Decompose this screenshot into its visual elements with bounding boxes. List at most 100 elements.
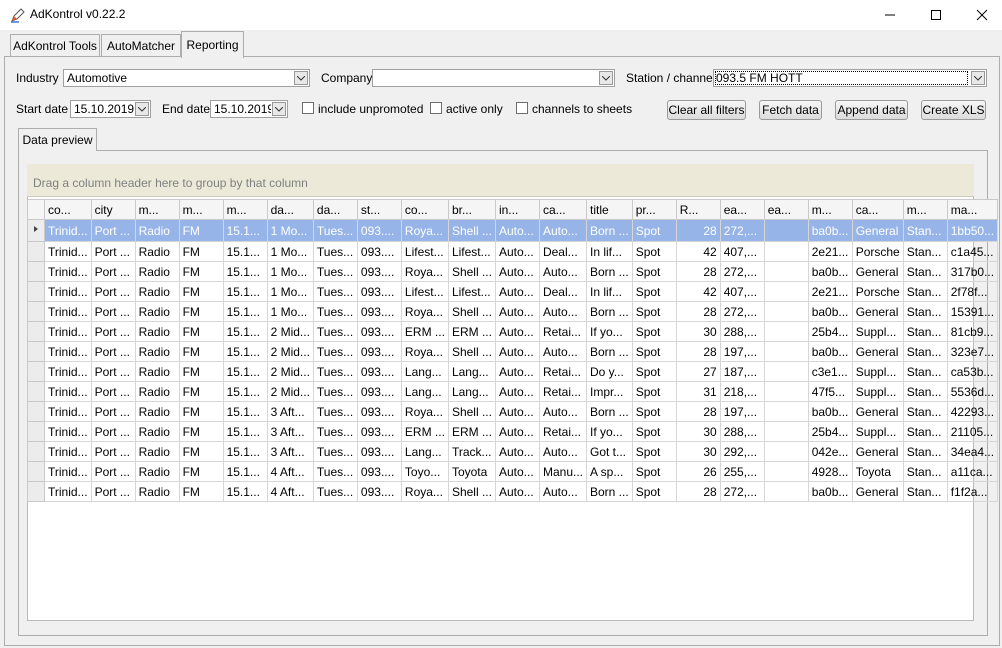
table-cell[interactable]: Tues... <box>312 421 358 442</box>
table-cell[interactable]: 3 Aft... <box>266 401 314 422</box>
table-cell[interactable]: Roya... <box>400 481 449 502</box>
table-cell[interactable]: FM <box>178 261 224 282</box>
table-cell[interactable]: 407,... <box>719 281 765 302</box>
table-cell[interactable]: Shell ... <box>447 341 496 362</box>
column-header[interactable]: title <box>586 199 633 220</box>
table-cell[interactable]: Impr... <box>586 381 633 402</box>
table-row[interactable]: Trinid... Port ... Radio FM 15.1... 1 Mo... Tu… <box>27 301 999 322</box>
append-data-button[interactable]: Append data <box>835 100 908 120</box>
table-cell[interactable]: 093.... <box>356 341 402 362</box>
table-cell[interactable]: Trinid... <box>44 341 92 362</box>
table-cell[interactable]: Roya... <box>400 301 449 322</box>
table-cell[interactable]: Stan... <box>902 361 948 382</box>
table-cell[interactable]: Do y... <box>586 361 633 382</box>
table-row[interactable]: Trinid... Port ... Radio FM 15.1... 2 Mid... T… <box>27 341 999 362</box>
table-cell[interactable]: 272,... <box>719 261 765 282</box>
table-row[interactable]: Trinid... Port ... Radio FM 15.1... 1 Mo... Tu… <box>27 241 999 262</box>
table-cell[interactable]: Radio <box>134 461 180 482</box>
table-cell[interactable]: 288,... <box>719 421 765 442</box>
table-cell[interactable]: Spot <box>631 481 677 502</box>
column-header[interactable]: ma... <box>946 199 999 220</box>
table-cell[interactable]: 093.... <box>356 361 402 382</box>
table-cell[interactable]: Port ... <box>90 301 136 322</box>
table-cell[interactable]: 15.1... <box>222 241 268 262</box>
column-header[interactable]: m... <box>902 199 948 220</box>
table-cell[interactable]: Stan... <box>902 341 948 362</box>
table-cell[interactable]: ba0b... <box>807 341 853 362</box>
table-cell[interactable]: 30 <box>675 321 721 342</box>
table-cell[interactable]: Auto... <box>494 461 540 482</box>
tab-adkontrol-tools[interactable]: AdKontrol Tools <box>10 34 100 56</box>
table-cell[interactable]: Trinid... <box>44 321 92 342</box>
table-cell[interactable]: 28 <box>675 219 721 242</box>
table-cell[interactable]: Radio <box>134 281 180 302</box>
table-cell[interactable]: 323e7... <box>946 341 999 362</box>
table-cell[interactable]: 2e21... <box>807 281 853 302</box>
maximize-button[interactable] <box>913 0 959 30</box>
table-cell[interactable]: Port ... <box>90 421 136 442</box>
table-cell[interactable]: Stan... <box>902 281 948 302</box>
table-cell[interactable]: Trinid... <box>44 241 92 262</box>
table-cell[interactable]: Trinid... <box>44 361 92 382</box>
table-cell[interactable]: 28 <box>675 301 721 322</box>
company-combo[interactable] <box>372 69 615 87</box>
table-cell[interactable]: FM <box>178 421 224 442</box>
table-cell[interactable]: ba0b... <box>807 481 853 502</box>
table-cell[interactable]: 15.1... <box>222 301 268 322</box>
table-cell[interactable]: Shell ... <box>447 481 496 502</box>
table-cell[interactable]: 15.1... <box>222 381 268 402</box>
table-cell[interactable]: Stan... <box>902 461 948 482</box>
table-cell[interactable]: FM <box>178 441 224 462</box>
table-cell[interactable]: Born ... <box>586 341 633 362</box>
table-cell[interactable]: Auto... <box>494 421 540 442</box>
table-cell[interactable]: Auto... <box>494 381 540 402</box>
table-cell[interactable]: FM <box>178 219 224 242</box>
table-cell[interactable]: 255,... <box>719 461 765 482</box>
table-cell[interactable]: 3 Aft... <box>266 441 314 462</box>
table-cell[interactable]: Suppl... <box>851 361 904 382</box>
table-cell[interactable]: Tues... <box>312 219 358 242</box>
table-cell[interactable]: 15.1... <box>222 401 268 422</box>
table-cell[interactable]: Suppl... <box>851 421 904 442</box>
table-cell[interactable]: Stan... <box>902 421 948 442</box>
table-cell[interactable]: Born ... <box>586 261 633 282</box>
table-cell[interactable]: Auto... <box>538 481 588 502</box>
table-cell[interactable]: Spot <box>631 381 677 402</box>
table-cell[interactable]: General <box>851 301 904 322</box>
row-selector[interactable] <box>27 481 45 502</box>
table-cell[interactable]: 30 <box>675 421 721 442</box>
table-cell[interactable]: 272,... <box>719 301 765 322</box>
table-cell[interactable]: Radio <box>134 481 180 502</box>
table-cell[interactable]: 197,... <box>719 341 765 362</box>
table-cell[interactable]: 093.... <box>356 321 402 342</box>
table-cell[interactable]: 093.... <box>356 401 402 422</box>
column-header[interactable]: da... <box>312 199 358 220</box>
table-cell[interactable]: In lif... <box>586 241 633 262</box>
table-cell[interactable]: 2 Mid... <box>266 361 314 382</box>
chevron-down-icon[interactable] <box>272 102 286 116</box>
table-cell[interactable]: 15.1... <box>222 421 268 442</box>
table-cell[interactable]: Lifest... <box>400 241 449 262</box>
table-cell[interactable]: Radio <box>134 421 180 442</box>
table-cell[interactable] <box>763 381 809 402</box>
table-cell[interactable]: Auto... <box>494 219 540 242</box>
table-cell[interactable]: Tues... <box>312 481 358 502</box>
table-cell[interactable]: Trinid... <box>44 481 92 502</box>
table-cell[interactable]: 2f78f... <box>946 281 999 302</box>
column-header[interactable]: ea... <box>719 199 765 220</box>
table-cell[interactable]: FM <box>178 341 224 362</box>
table-cell[interactable]: A sp... <box>586 461 633 482</box>
minimize-button[interactable] <box>867 0 913 30</box>
table-cell[interactable]: Roya... <box>400 341 449 362</box>
table-cell[interactable]: Tues... <box>312 301 358 322</box>
table-cell[interactable]: Port ... <box>90 361 136 382</box>
table-cell[interactable]: 34ea4... <box>946 441 999 462</box>
table-cell[interactable]: Shell ... <box>447 261 496 282</box>
table-cell[interactable] <box>763 241 809 262</box>
table-cell[interactable]: Stan... <box>902 321 948 342</box>
table-cell[interactable]: Spot <box>631 241 677 262</box>
column-header[interactable]: co... <box>400 199 449 220</box>
table-cell[interactable]: 093.... <box>356 381 402 402</box>
table-cell[interactable]: General <box>851 219 904 242</box>
row-selector[interactable] <box>27 321 45 342</box>
